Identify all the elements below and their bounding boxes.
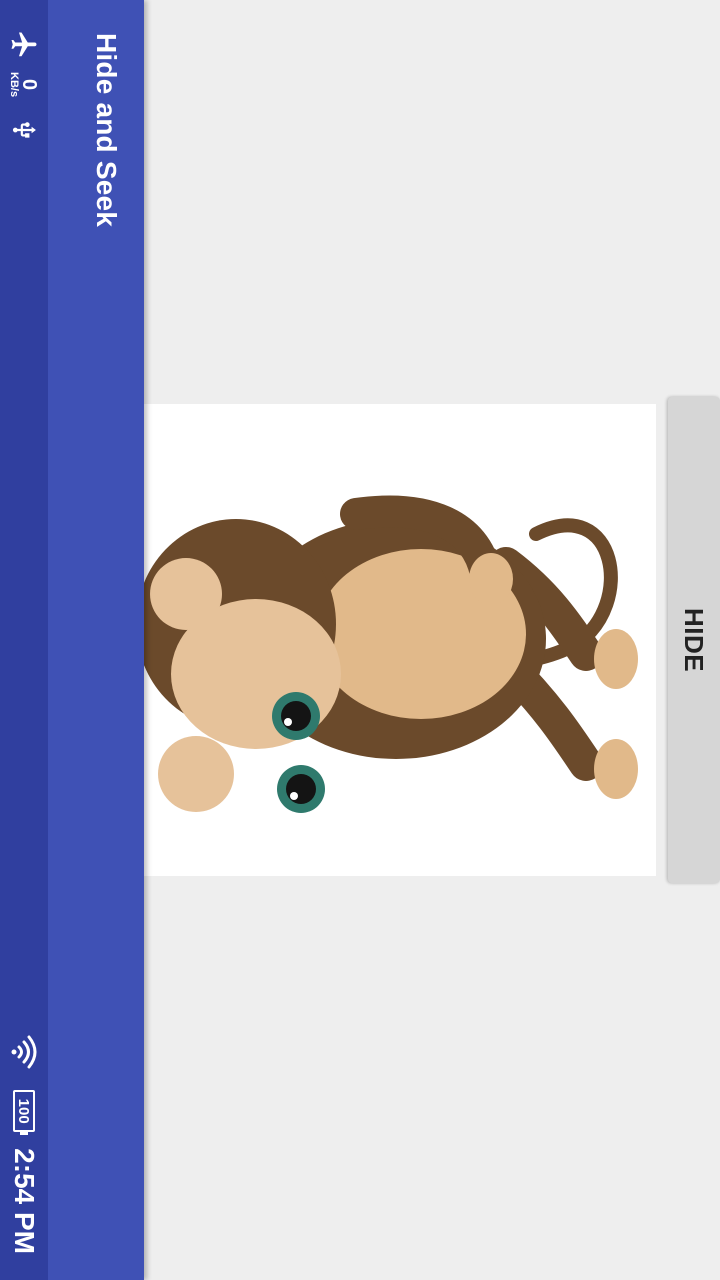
network-speed: 0 KB/s (8, 72, 41, 98)
network-speed-unit: KB/s (8, 72, 21, 98)
hide-button[interactable]: HIDE (668, 397, 720, 883)
app-title: Hide and Seek (91, 33, 122, 228)
airplane-mode-icon (11, 32, 37, 57)
app-bar: Hide and Seek (48, 0, 144, 1280)
status-bar-right: 100 2:54 PM (6, 1034, 42, 1254)
status-bar: 0 KB/s 100 2:54 PM (0, 0, 48, 1280)
status-bar-left: 0 KB/s (6, 30, 42, 143)
battery-level: 100 (15, 1098, 33, 1124)
wifi-icon (11, 1035, 37, 1069)
clock: 2:54 PM (9, 1148, 40, 1254)
usb-icon (12, 122, 36, 138)
network-speed-value: 0 (18, 78, 41, 91)
battery-icon: 100 (13, 1090, 35, 1133)
monkey-image (144, 404, 656, 876)
screen-rotated-landscape: HIDE Hide and Seek 0 KB/s 100 2:54 PM (0, 0, 720, 1280)
